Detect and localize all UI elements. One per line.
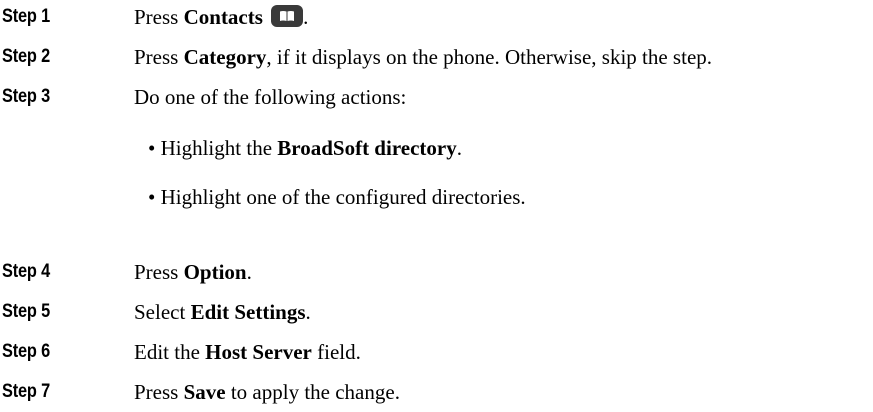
bullet-item: • Highlight the BroadSoft directory. [0,134,873,162]
step-text: Press Contacts . [134,3,308,31]
ui-term: BroadSoft directory [277,136,457,160]
ui-term: Edit Settings [190,300,306,324]
step-text-part: Do one of the following actions: [134,85,407,109]
step-text-part: Press [134,45,184,69]
step-text-part: field. [311,340,361,364]
bullet-text: • Highlight the BroadSoft directory. [148,134,462,162]
step-label: Step 4 [2,261,51,282]
step-text-part: Press [134,380,184,404]
bullet-text-part: • Highlight the [148,136,278,160]
ui-term: Host Server [205,340,312,364]
step-text-part: to apply the change. [225,380,400,404]
step-text-part: Press [134,5,184,29]
step-row: Step 5 Select Edit Settings. [0,298,873,326]
step-row: Step 4 Press Option. [0,258,873,286]
step-text-part: . [305,300,311,324]
bullet-text-part: . [456,136,462,160]
contacts-book-icon [271,5,304,27]
step-text: Press Option. [134,258,252,286]
step-row: Step 7 Press Save to apply the change. [0,378,873,406]
step-text: Press Category, if it displays on the ph… [134,43,712,71]
step-row: Step 2 Press Category, if it displays on… [0,43,873,71]
step-text-part: , if it displays on the phone. Otherwise… [266,45,713,69]
step-text: Edit the Host Server field. [134,338,361,366]
step-label: Step 6 [2,341,51,362]
step-text-part: . [246,260,252,284]
step-row: Step 6 Edit the Host Server field. [0,338,873,366]
bullet-text-part: • Highlight one of the configured direct… [148,185,526,209]
step-label: Step 5 [2,301,51,322]
step-text-part [263,5,268,29]
ui-term: Save [183,380,226,404]
step-text-part: Select [134,300,191,324]
step-text-part: Edit the [134,340,206,364]
step-row: Step 3 Do one of the following actions: [0,83,873,111]
step-text-part: . [303,5,309,29]
step-row: Step 1 Press Contacts . [0,3,873,31]
bullet-item: • Highlight one of the configured direct… [0,183,873,211]
step-label: Step 3 [2,86,51,107]
ui-term: Category [183,45,267,69]
step-label: Step 2 [2,46,51,67]
step-text: Press Save to apply the change. [134,378,400,406]
procedure-steps: Step 1 Press Contacts . Step 2 Press Cat… [0,0,873,412]
step-label: Step 1 [2,6,51,27]
step-text-part: Press [134,260,184,284]
step-text: Do one of the following actions: [134,83,406,111]
step-label: Step 7 [2,381,51,402]
bullet-text: • Highlight one of the configured direct… [148,183,526,211]
ui-term: Contacts [183,5,263,29]
step-text: Select Edit Settings. [134,298,311,326]
ui-term: Option [183,260,247,284]
